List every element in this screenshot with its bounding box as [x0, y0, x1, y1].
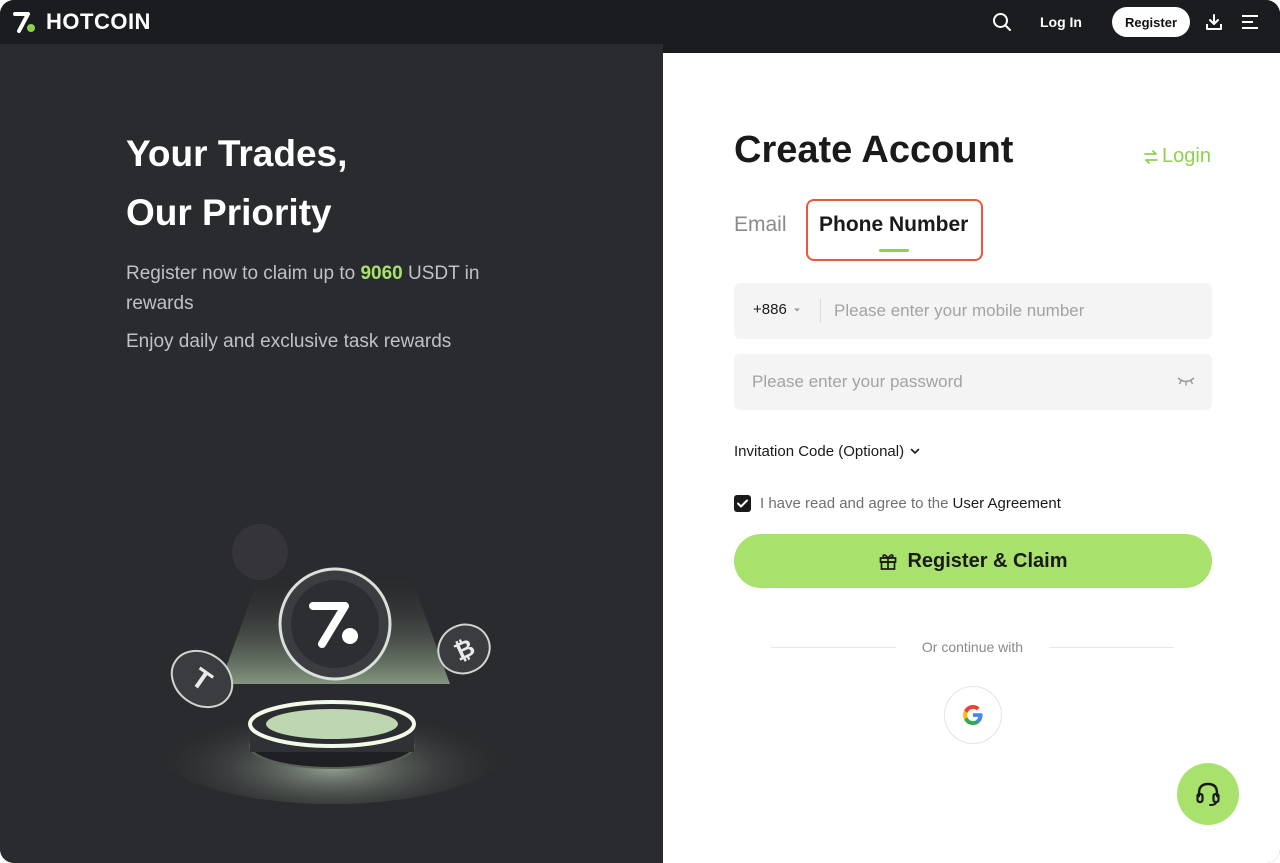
hero-title: Your Trades, Our Priority — [126, 124, 347, 242]
or-divider: Or continue with — [771, 639, 1175, 655]
headset-icon — [1196, 782, 1220, 806]
google-icon — [963, 705, 983, 725]
field-divider — [820, 299, 821, 323]
tab-email[interactable]: Email — [734, 213, 787, 237]
brand-logo[interactable]: HOTCOIN — [12, 9, 151, 35]
agree-text: I have read and agree to the — [760, 495, 949, 512]
register-form-panel: Create Account Login Email Phone Number … — [663, 53, 1280, 863]
search-icon[interactable] — [990, 10, 1014, 34]
caret-down-icon — [793, 308, 800, 311]
phone-field: +886 — [734, 283, 1212, 339]
tab-phone-label: Phone Number — [819, 213, 969, 236]
invitation-code-label: Invitation Code (Optional) — [734, 443, 905, 460]
agree-checkbox[interactable] — [734, 495, 751, 512]
agreement-row: I have read and agree to the User Agreem… — [734, 495, 1061, 512]
or-line-left — [771, 646, 896, 648]
support-chat-button[interactable] — [1177, 763, 1239, 825]
country-code-value: +886 — [753, 301, 787, 318]
hamburger-menu-icon[interactable] — [1238, 10, 1262, 34]
reward-amount: 9060 — [360, 263, 403, 284]
hero-title-line2: Our Priority — [126, 192, 332, 233]
switch-login-label: Login — [1162, 145, 1211, 167]
google-login-button[interactable] — [944, 686, 1002, 744]
invitation-code-toggle[interactable]: Invitation Code (Optional) — [734, 443, 920, 460]
user-agreement-link[interactable]: User Agreement — [952, 495, 1060, 512]
coins-podium-illustration: T ₿ — [152, 524, 512, 804]
country-code-select[interactable]: +886 — [753, 301, 801, 318]
hero-sub-prefix: Register now to claim up to — [126, 263, 361, 284]
hotcoin-logo-icon — [13, 12, 35, 33]
gift-icon — [880, 554, 897, 570]
tab-phone-number[interactable]: Phone Number — [806, 199, 983, 261]
register-claim-button[interactable]: Register & Claim — [734, 534, 1212, 588]
top-nav: HOTCOIN Log In Register — [0, 0, 1280, 44]
swap-icon — [1144, 149, 1158, 164]
page-title: Create Account — [734, 129, 1014, 171]
nav-login-link[interactable]: Log In — [1040, 14, 1082, 30]
eye-closed-icon[interactable] — [1176, 374, 1196, 388]
app-window: HOTCOIN Log In Register Your Trades, Our… — [0, 0, 1280, 863]
hero-panel: Your Trades, Our Priority Register now t… — [0, 44, 663, 863]
mobile-number-input[interactable] — [834, 283, 1194, 339]
faded-coin-icon — [232, 524, 288, 580]
or-line-right — [1049, 646, 1175, 648]
brand-name: HOTCOIN — [46, 9, 151, 34]
password-input[interactable] — [752, 354, 1152, 410]
active-tab-indicator — [879, 249, 909, 252]
check-icon — [737, 499, 748, 508]
hero-subtitle-2: Enjoy daily and exclusive task rewards — [126, 331, 452, 352]
chevron-down-icon — [910, 448, 920, 455]
download-icon[interactable] — [1202, 10, 1226, 34]
password-field — [734, 354, 1212, 410]
hero-title-line1: Your Trades, — [126, 133, 348, 174]
or-continue-text: Or continue with — [921, 639, 1024, 655]
nav-register-button[interactable]: Register — [1112, 7, 1190, 37]
hero-subtitle: Register now to claim up to 9060 USDT in… — [126, 259, 526, 319]
register-claim-label: Register & Claim — [907, 549, 1068, 572]
switch-to-login-link[interactable]: Login — [1143, 145, 1211, 168]
